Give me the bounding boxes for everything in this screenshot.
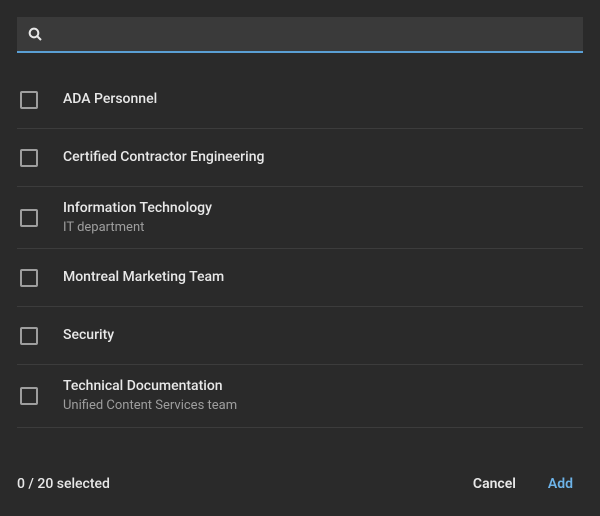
item-subtitle: IT department: [63, 219, 212, 237]
add-button[interactable]: Add: [538, 470, 583, 498]
list-item[interactable]: Certified Contractor Engineering: [17, 129, 583, 187]
item-title: Technical Documentation: [63, 377, 237, 396]
search-icon: [27, 26, 43, 42]
item-title: Security: [63, 326, 114, 345]
list-item[interactable]: Montreal Marketing Team: [17, 249, 583, 307]
search-input[interactable]: [53, 17, 573, 51]
search-bar[interactable]: [17, 17, 583, 53]
item-title: Montreal Marketing Team: [63, 268, 224, 287]
list-item[interactable]: Information TechnologyIT department: [17, 187, 583, 249]
item-text: Montreal Marketing Team: [63, 268, 224, 287]
dialog: ADA Personnel Certified Contractor Engine…: [0, 0, 600, 516]
checkbox[interactable]: [20, 209, 38, 227]
list-item[interactable]: Security: [17, 307, 583, 365]
selection-status: 0 / 20 selected: [17, 476, 110, 492]
checkbox[interactable]: [20, 149, 38, 167]
checkbox[interactable]: [20, 91, 38, 109]
item-text: ADA Personnel: [63, 90, 157, 109]
checkbox[interactable]: [20, 269, 38, 287]
search-wrapper: [0, 0, 600, 53]
list-item[interactable]: ADA Personnel: [17, 71, 583, 129]
checkbox[interactable]: [20, 327, 38, 345]
item-text: Technical DocumentationUnified Content S…: [63, 377, 237, 414]
item-title: Certified Contractor Engineering: [63, 148, 264, 167]
checkbox[interactable]: [20, 387, 38, 405]
item-text: Information TechnologyIT department: [63, 199, 212, 236]
item-text: Security: [63, 326, 114, 345]
cancel-button[interactable]: Cancel: [463, 470, 526, 498]
item-title: Information Technology: [63, 199, 212, 218]
footer: 0 / 20 selected Cancel Add: [0, 454, 600, 516]
item-list: ADA Personnel Certified Contractor Engine…: [0, 71, 600, 454]
list-item[interactable]: Technical DocumentationUnified Content S…: [17, 365, 583, 427]
item-text: Certified Contractor Engineering: [63, 148, 264, 167]
item-title: ADA Personnel: [63, 90, 157, 109]
item-subtitle: Unified Content Services team: [63, 397, 237, 415]
